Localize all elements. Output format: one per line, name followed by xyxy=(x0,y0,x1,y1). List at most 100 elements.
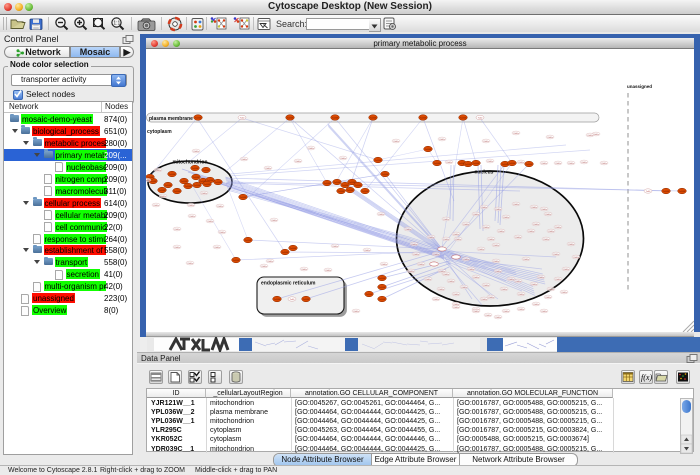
svg-text:Yx00x: Yx00x xyxy=(563,268,569,270)
svg-text:Yx00W: Yx00W xyxy=(473,162,480,164)
svg-text:Yx00W: Yx00W xyxy=(274,298,281,300)
svg-text:Yx00W: Yx00W xyxy=(204,183,211,185)
svg-text:Yx00x: Yx00x xyxy=(543,238,549,240)
svg-text:Yx00W: Yx00W xyxy=(338,190,345,192)
svg-text:Yx00x: Yx00x xyxy=(518,293,524,295)
svg-text:Yx00x: Yx00x xyxy=(295,160,301,162)
svg-text:Yx00x: Yx00x xyxy=(463,258,469,260)
svg-text:Yx00x: Yx00x xyxy=(485,314,491,316)
svg-text:Yx00x: Yx00x xyxy=(301,268,307,270)
svg-text:Yx00x: Yx00x xyxy=(439,138,445,140)
svg-text:Yx00x: Yx00x xyxy=(568,162,574,164)
svg-text:Yx00x: Yx00x xyxy=(411,243,417,245)
svg-text:Yx00x: Yx00x xyxy=(393,140,399,142)
svg-text:Yx00x: Yx00x xyxy=(332,245,338,247)
svg-text:Yx00x: Yx00x xyxy=(271,219,277,221)
svg-text:Yx00W: Yx00W xyxy=(379,298,386,300)
svg-text:Yx00x: Yx00x xyxy=(468,268,474,270)
svg-text:Yx00W: Yx00W xyxy=(324,182,331,184)
svg-text:Yx00W: Yx00W xyxy=(159,189,166,191)
svg-text:Yx00x: Yx00x xyxy=(495,270,501,272)
svg-text:Yx00W: Yx00W xyxy=(379,277,386,279)
svg-text:Yx00W: Yx00W xyxy=(169,173,176,175)
svg-text:Yx00W: Yx00W xyxy=(185,185,192,187)
svg-text:Yx00x: Yx00x xyxy=(214,246,220,248)
svg-text:Yx00x: Yx00x xyxy=(453,233,459,235)
svg-text:Yx00x: Yx00x xyxy=(408,270,414,272)
svg-text:Yx00x: Yx00x xyxy=(443,273,449,275)
svg-text:Yx00W: Yx00W xyxy=(379,286,386,288)
svg-text:Yx00x: Yx00x xyxy=(493,260,499,262)
svg-text:Yx00x: Yx00x xyxy=(545,213,551,215)
svg-text:Yx00x: Yx00x xyxy=(538,276,544,278)
svg-text:Yx00x: Yx00x xyxy=(325,269,331,271)
svg-text:Yx00x: Yx00x xyxy=(353,310,359,312)
svg-text:Yx00W: Yx00W xyxy=(347,189,354,191)
svg-text:Yx00x: Yx00x xyxy=(267,260,273,262)
svg-text:Yx00W: Yx00W xyxy=(465,163,472,165)
svg-text:Yx00W: Yx00W xyxy=(174,190,181,192)
svg-text:Yx00x: Yx00x xyxy=(501,288,507,290)
svg-text:mitochondrion: mitochondrion xyxy=(173,159,208,165)
svg-text:Yx00W: Yx00W xyxy=(290,247,297,249)
svg-text:Yx00x: Yx00x xyxy=(453,293,459,295)
svg-text:Yx00W: Yx00W xyxy=(150,180,157,182)
svg-text:Yx00x: Yx00x xyxy=(555,162,561,164)
svg-text:Yx00x: Yx00x xyxy=(587,134,593,136)
svg-text:Yx00x: Yx00x xyxy=(364,249,370,251)
svg-text:Yx00x: Yx00x xyxy=(433,253,439,255)
svg-text:1:1: 1:1 xyxy=(113,21,120,27)
svg-text:Yx00x: Yx00x xyxy=(545,296,551,298)
svg-text:Yx00W: Yx00W xyxy=(240,196,247,198)
svg-text:Yx00W: Yx00W xyxy=(420,117,427,119)
svg-text:Yx00x: Yx00x xyxy=(308,147,314,149)
svg-text:Yx00x: Yx00x xyxy=(340,157,346,159)
svg-text:Yx00x: Yx00x xyxy=(187,262,193,264)
svg-text:Yx00W: Yx00W xyxy=(181,180,188,182)
svg-text:Yx00x: Yx00x xyxy=(446,161,452,163)
svg-text:Yx00x: Yx00x xyxy=(503,216,509,218)
svg-text:Yx00x: Yx00x xyxy=(503,310,509,312)
svg-text:Yx00x: Yx00x xyxy=(265,167,271,169)
svg-text:Yx00W: Yx00W xyxy=(375,159,382,161)
svg-text:Yx00x: Yx00x xyxy=(568,243,574,245)
svg-text:Yx00W: Yx00W xyxy=(195,117,202,119)
svg-text:Yx00x: Yx00x xyxy=(495,208,501,210)
svg-text:Yx00x: Yx00x xyxy=(508,278,514,280)
svg-text:Yx00x: Yx00x xyxy=(453,306,459,308)
svg-text:Yx00W: Yx00W xyxy=(165,184,172,186)
svg-text:Yx00x: Yx00x xyxy=(487,160,493,162)
svg-text:Yx00x: Yx00x xyxy=(518,308,524,310)
svg-text:Yx00x: Yx00x xyxy=(378,213,384,215)
svg-text:Yx00x: Yx00x xyxy=(448,280,454,282)
svg-text:Yx00x: Yx00x xyxy=(528,230,534,232)
svg-text:Yx00x: Yx00x xyxy=(573,256,579,258)
svg-text:Yx00W: Yx00W xyxy=(509,162,516,164)
svg-text:Yx00x: Yx00x xyxy=(498,230,504,232)
svg-text:Yx00x: Yx00x xyxy=(438,288,444,290)
svg-text:Yx00W: Yx00W xyxy=(233,259,240,261)
svg-text:Yx00W: Yx00W xyxy=(382,173,389,175)
svg-text:Yx00x: Yx00x xyxy=(547,136,553,138)
svg-text:Yx00W: Yx00W xyxy=(194,184,201,186)
svg-text:Yx00W: Yx00W xyxy=(192,167,199,169)
svg-text:Yx00x: Yx00x xyxy=(483,140,489,142)
svg-text:Yx00x: Yx00x xyxy=(541,162,547,164)
svg-text:Yx00x: Yx00x xyxy=(193,150,199,152)
svg-text:Yx00W: Yx00W xyxy=(663,190,670,192)
svg-text:plasma membrane: plasma membrane xyxy=(149,115,193,121)
svg-text:Yx00W: Yx00W xyxy=(332,117,339,119)
svg-text:Yx00x: Yx00x xyxy=(541,310,547,312)
svg-text:Yx00x: Yx00x xyxy=(473,310,479,312)
svg-text:Yx00x: Yx00x xyxy=(483,226,489,228)
svg-text:Yx00x: Yx00x xyxy=(207,220,213,222)
svg-text:Yx00x: Yx00x xyxy=(478,248,484,250)
svg-text:Yx00W: Yx00W xyxy=(355,184,362,186)
svg-text:Yx00W: Yx00W xyxy=(460,117,467,119)
svg-text:Yx00x: Yx00x xyxy=(418,263,424,265)
svg-text:Yx00x: Yx00x xyxy=(548,288,554,290)
svg-text:Yx00x: Yx00x xyxy=(531,206,537,208)
svg-text:Yx00x: Yx00x xyxy=(493,244,499,246)
svg-text:Yx00x: Yx00x xyxy=(473,276,479,278)
svg-text:cytoplasm: cytoplasm xyxy=(147,129,172,135)
